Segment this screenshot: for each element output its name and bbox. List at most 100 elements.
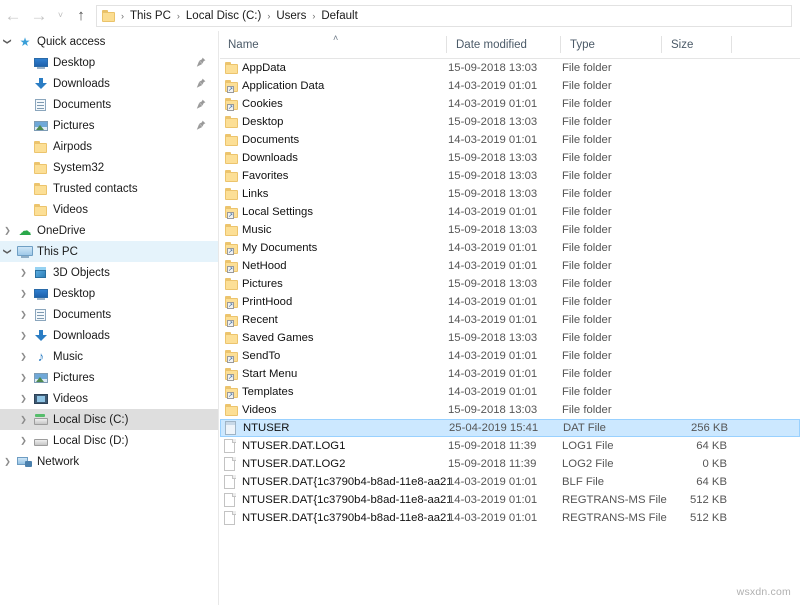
sidebar-item-local-disc-c[interactable]: ❯Local Disc (C:) <box>0 409 218 430</box>
table-row[interactable]: ↗Application Data14-03-2019 01:01File fo… <box>220 77 800 95</box>
breadcrumb-default[interactable]: Default <box>316 10 362 22</box>
table-row[interactable]: ↗PrintHood14-03-2019 01:01File folder <box>220 293 800 311</box>
sidebar-item-this-pc[interactable]: ❯This PC <box>0 241 218 262</box>
network-icon <box>17 455 33 469</box>
file-size-cell <box>620 383 727 401</box>
breadcrumb-local-disc-c[interactable]: Local Disc (C:) <box>181 10 266 22</box>
table-row[interactable]: NTUSER.DAT{1c3790b4-b8ad-11e8-aa21-...14… <box>220 509 800 527</box>
table-row[interactable]: Favorites15-09-2018 13:03File folder <box>220 167 800 185</box>
column-divider[interactable] <box>731 36 732 53</box>
table-row[interactable]: Documents14-03-2019 01:01File folder <box>220 131 800 149</box>
chevron-down-icon[interactable]: ❯ <box>3 34 12 49</box>
table-row[interactable]: ↗My Documents14-03-2019 01:01File folder <box>220 239 800 257</box>
pin-icon[interactable] <box>196 120 206 131</box>
address-bar[interactable]: › This PC › Local Disc (C:) › Users › De… <box>96 5 792 27</box>
chevron-right-icon[interactable]: ❯ <box>16 373 31 382</box>
column-header-type[interactable]: Type <box>562 31 663 58</box>
column-header-size[interactable]: Size <box>663 31 732 58</box>
table-row[interactable]: ↗SendTo14-03-2019 01:01File folder <box>220 347 800 365</box>
folder-icon <box>33 140 49 154</box>
table-row[interactable]: ↗Templates14-03-2019 01:01File folder <box>220 383 800 401</box>
pin-icon[interactable] <box>196 57 206 68</box>
file-date-modified-cell: 15-09-2018 13:03 <box>448 329 537 347</box>
breadcrumb-users[interactable]: Users <box>271 10 311 22</box>
sidebar-item-documents[interactable]: ❯Documents <box>0 304 218 325</box>
chevron-right-icon[interactable]: ❯ <box>16 415 31 424</box>
column-divider[interactable] <box>560 36 561 53</box>
table-row[interactable]: Saved Games15-09-2018 13:03File folder <box>220 329 800 347</box>
table-row[interactable]: ↗Local Settings14-03-2019 01:01File fold… <box>220 203 800 221</box>
hard-drive-icon <box>33 434 49 448</box>
sidebar-item-network[interactable]: ❯Network <box>0 451 218 472</box>
table-row[interactable]: Videos15-09-2018 13:03File folder <box>220 401 800 419</box>
sidebar-item-trusted-contacts[interactable]: Trusted contacts <box>0 178 218 199</box>
table-row[interactable]: Music15-09-2018 13:03File folder <box>220 221 800 239</box>
table-row[interactable]: AppData15-09-2018 13:03File folder <box>220 59 800 77</box>
chevron-right-icon[interactable]: ❯ <box>16 289 31 298</box>
sidebar-item-downloads[interactable]: Downloads <box>0 73 218 94</box>
table-row[interactable]: Links15-09-2018 13:03File folder <box>220 185 800 203</box>
table-row[interactable]: ↗Cookies14-03-2019 01:01File folder <box>220 95 800 113</box>
table-row[interactable]: ↗Recent14-03-2019 01:01File folder <box>220 311 800 329</box>
chevron-right-icon[interactable]: ❯ <box>0 457 15 466</box>
pin-icon[interactable] <box>196 99 206 110</box>
folder-icon: ↗ <box>224 241 240 255</box>
chevron-right-icon[interactable]: ❯ <box>16 436 31 445</box>
sidebar-item-icon <box>31 77 51 91</box>
dat-file-icon <box>225 421 238 436</box>
sidebar-item-desktop[interactable]: Desktop <box>0 52 218 73</box>
sidebar-item-videos[interactable]: ❯Videos <box>0 388 218 409</box>
chevron-right-icon[interactable]: ❯ <box>16 352 31 361</box>
monitor-icon <box>33 56 49 70</box>
column-divider[interactable] <box>661 36 662 53</box>
sidebar-item-videos[interactable]: Videos <box>0 199 218 220</box>
table-row[interactable]: NTUSER.DAT{1c3790b4-b8ad-11e8-aa21-...14… <box>220 473 800 491</box>
file-type-icon <box>221 421 243 436</box>
file-type-icon <box>220 457 242 472</box>
chevron-right-icon[interactable]: ❯ <box>16 331 31 340</box>
sidebar-item-pictures[interactable]: Pictures <box>0 115 218 136</box>
sidebar-item-desktop[interactable]: ❯Desktop <box>0 283 218 304</box>
file-date-modified-cell: 14-03-2019 01:01 <box>448 473 537 491</box>
table-row[interactable]: NTUSER25-04-2019 15:41DAT File256 KB <box>220 419 800 437</box>
recent-locations-chevron-down-icon[interactable]: ˅ <box>52 3 69 29</box>
table-row[interactable]: Desktop15-09-2018 13:03File folder <box>220 113 800 131</box>
sidebar-item-music[interactable]: ❯♪Music <box>0 346 218 367</box>
table-row[interactable]: ↗NetHood14-03-2019 01:01File folder <box>220 257 800 275</box>
table-row[interactable]: NTUSER.DAT{1c3790b4-b8ad-11e8-aa21-...14… <box>220 491 800 509</box>
sidebar-item-documents[interactable]: Documents <box>0 94 218 115</box>
sidebar-item-downloads[interactable]: ❯Downloads <box>0 325 218 346</box>
sidebar-item-local-disc-d[interactable]: ❯Local Disc (D:) <box>0 430 218 451</box>
table-row[interactable]: Pictures15-09-2018 13:03File folder <box>220 275 800 293</box>
table-row[interactable]: NTUSER.DAT.LOG215-09-2018 11:39LOG2 File… <box>220 455 800 473</box>
navigation-bar: ← → ˅ ↑ › This PC › Local Disc (C:) › Us… <box>0 0 800 31</box>
up-one-level-arrow-up-icon[interactable]: ↑ <box>69 3 93 29</box>
file-size-cell <box>620 293 727 311</box>
sidebar-item-onedrive[interactable]: ❯☁OneDrive <box>0 220 218 241</box>
navigation-pane[interactable]: ❯★Quick accessDesktopDownloadsDocumentsP… <box>0 31 219 605</box>
table-row[interactable]: NTUSER.DAT.LOG115-09-2018 11:39LOG1 File… <box>220 437 800 455</box>
table-row[interactable]: Downloads15-09-2018 13:03File folder <box>220 149 800 167</box>
chevron-right-icon[interactable]: ❯ <box>16 394 31 403</box>
sidebar-item-icon: ☁ <box>15 224 35 238</box>
forward-icon[interactable]: → <box>26 3 52 29</box>
sidebar-item-airpods[interactable]: Airpods <box>0 136 218 157</box>
breadcrumb-this-pc[interactable]: This PC <box>125 10 176 22</box>
chevron-right-icon[interactable]: ❯ <box>16 268 31 277</box>
column-divider[interactable] <box>446 36 447 53</box>
column-header-date-modified[interactable]: Date modified <box>448 31 562 58</box>
file-date-modified-cell: 15-09-2018 13:03 <box>448 185 537 203</box>
chevron-right-icon[interactable]: ❯ <box>0 226 15 235</box>
sidebar-item-pictures[interactable]: ❯Pictures <box>0 367 218 388</box>
file-date-modified-cell: 14-03-2019 01:01 <box>448 257 537 275</box>
sidebar-item-3d-objects[interactable]: ❯3D Objects <box>0 262 218 283</box>
back-icon[interactable]: ← <box>0 3 26 29</box>
file-name-cell: Music <box>220 221 450 239</box>
table-row[interactable]: ↗Start Menu14-03-2019 01:01File folder <box>220 365 800 383</box>
pin-icon[interactable] <box>196 78 206 89</box>
sidebar-item-quick-access[interactable]: ❯★Quick access <box>0 31 218 52</box>
file-list[interactable]: AppData15-09-2018 13:03File folder↗Appli… <box>220 59 800 527</box>
chevron-right-icon[interactable]: ❯ <box>16 310 31 319</box>
sidebar-item-system32[interactable]: System32 <box>0 157 218 178</box>
chevron-down-icon[interactable]: ❯ <box>3 244 12 259</box>
